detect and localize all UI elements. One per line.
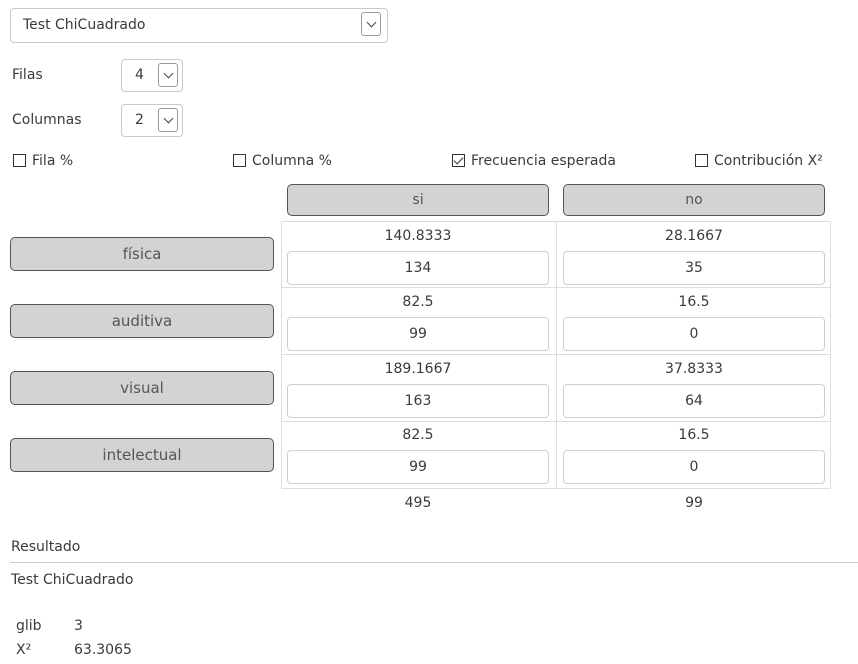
grid-divider — [281, 354, 831, 355]
column-total: 495 — [404, 495, 432, 511]
observed-input[interactable]: 64 — [563, 384, 825, 418]
chevron-down-icon[interactable] — [158, 63, 178, 87]
expected-value: 28.1667 — [665, 228, 723, 244]
filas-label: Filas — [12, 67, 43, 83]
contribucion-checkbox[interactable] — [695, 154, 708, 167]
grid-divider — [281, 287, 831, 288]
row-header-visual[interactable]: visual — [10, 371, 274, 405]
expected-value: 37.8333 — [665, 361, 723, 377]
observed-input[interactable]: 0 — [563, 317, 825, 351]
test-select[interactable]: Test ChiCuadrado — [10, 8, 388, 43]
fila-pct-label: Fila % — [32, 153, 74, 169]
columna-pct-checkbox[interactable] — [233, 154, 246, 167]
column-header-no[interactable]: no — [563, 184, 825, 216]
column-header-si[interactable]: si — [287, 184, 549, 216]
observed-input[interactable]: 35 — [563, 251, 825, 285]
column-total: 99 — [685, 495, 703, 511]
observed-input[interactable]: 99 — [287, 317, 549, 351]
result-heading: Resultado — [11, 539, 81, 555]
expected-value: 82.5 — [402, 294, 434, 310]
observed-input[interactable]: 163 — [287, 384, 549, 418]
filas-value: 4 — [135, 67, 144, 83]
expected-value: 82.5 — [402, 427, 434, 443]
result-test-name: Test ChiCuadrado — [11, 572, 134, 588]
fila-pct-checkbox[interactable] — [13, 154, 26, 167]
grid-divider — [281, 421, 831, 422]
observed-input[interactable]: 0 — [563, 450, 825, 484]
columnas-value: 2 — [135, 112, 144, 128]
observed-input[interactable]: 99 — [287, 450, 549, 484]
glib-value: 3 — [74, 618, 83, 634]
row-header-auditiva[interactable]: auditiva — [10, 304, 274, 338]
chevron-down-icon[interactable] — [361, 12, 381, 36]
row-header-fisica[interactable]: física — [10, 237, 274, 271]
filas-select[interactable]: 4 — [121, 59, 183, 92]
contribucion-label: Contribución X² — [714, 153, 823, 169]
observed-input[interactable]: 134 — [287, 251, 549, 285]
chevron-down-icon[interactable] — [158, 108, 178, 132]
glib-label: glib — [16, 618, 42, 634]
result-divider — [10, 562, 858, 563]
columnas-select[interactable]: 2 — [121, 104, 183, 137]
frecuencia-esperada-label: Frecuencia esperada — [471, 153, 616, 169]
expected-value: 140.8333 — [384, 228, 452, 244]
grid-divider — [556, 221, 557, 489]
x2-label: X² — [16, 642, 32, 658]
frecuencia-esperada-checkbox[interactable] — [452, 154, 465, 167]
columnas-label: Columnas — [12, 112, 82, 128]
test-select-value: Test ChiCuadrado — [23, 17, 146, 33]
expected-value: 16.5 — [678, 427, 710, 443]
expected-value: 189.1667 — [384, 361, 452, 377]
x2-value: 63.3065 — [74, 642, 132, 658]
expected-value: 16.5 — [678, 294, 710, 310]
row-header-intelectual[interactable]: intelectual — [10, 438, 274, 472]
columna-pct-label: Columna % — [252, 153, 332, 169]
